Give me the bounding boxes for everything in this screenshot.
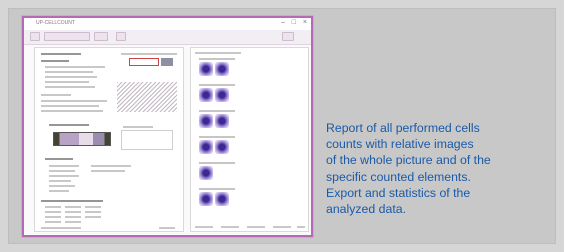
report-page-elements bbox=[190, 47, 309, 232]
cell-image bbox=[199, 62, 213, 76]
cell-image bbox=[199, 140, 213, 154]
cell-image bbox=[215, 140, 229, 154]
toolbar-button-export[interactable] bbox=[94, 32, 108, 41]
cell-image bbox=[215, 114, 229, 128]
toolbar-button-print[interactable] bbox=[116, 32, 126, 41]
feature-description: Report of all performed cells counts wit… bbox=[326, 120, 546, 217]
lab-logo bbox=[129, 58, 175, 78]
report-app-window: UP-CELLCOUNT – □ × bbox=[22, 16, 313, 237]
cell-image bbox=[199, 114, 213, 128]
cell-image bbox=[215, 192, 229, 206]
minimize-button[interactable]: – bbox=[281, 19, 285, 27]
cell-image bbox=[199, 88, 213, 102]
toolbar-button-open[interactable] bbox=[30, 32, 40, 41]
caption-line: Export and statistics of the bbox=[326, 185, 471, 200]
caption-line: Report of all performed cells bbox=[326, 121, 480, 135]
toolbar-button-counter[interactable] bbox=[44, 32, 90, 41]
caption-line: counts with relative images bbox=[326, 137, 474, 152]
caption-line: of the whole picture and of the bbox=[326, 153, 491, 168]
hatched-panel bbox=[117, 82, 177, 112]
caption-line: specific counted elements. bbox=[326, 169, 471, 184]
toolbar-button-settings[interactable] bbox=[282, 32, 294, 41]
toolbar bbox=[24, 30, 311, 45]
thumbnail-frame bbox=[121, 130, 173, 150]
close-button[interactable]: × bbox=[303, 19, 307, 27]
app-title: UP-CELLCOUNT bbox=[36, 20, 75, 26]
cell-image bbox=[199, 166, 213, 180]
cell-image bbox=[215, 88, 229, 102]
maximize-button[interactable]: □ bbox=[292, 19, 296, 27]
cell-image bbox=[199, 192, 213, 206]
report-page-summary bbox=[34, 47, 184, 232]
whole-picture-thumbnail bbox=[53, 132, 111, 146]
caption-line: analyzed data. bbox=[326, 202, 406, 217]
cell-image bbox=[215, 62, 229, 76]
